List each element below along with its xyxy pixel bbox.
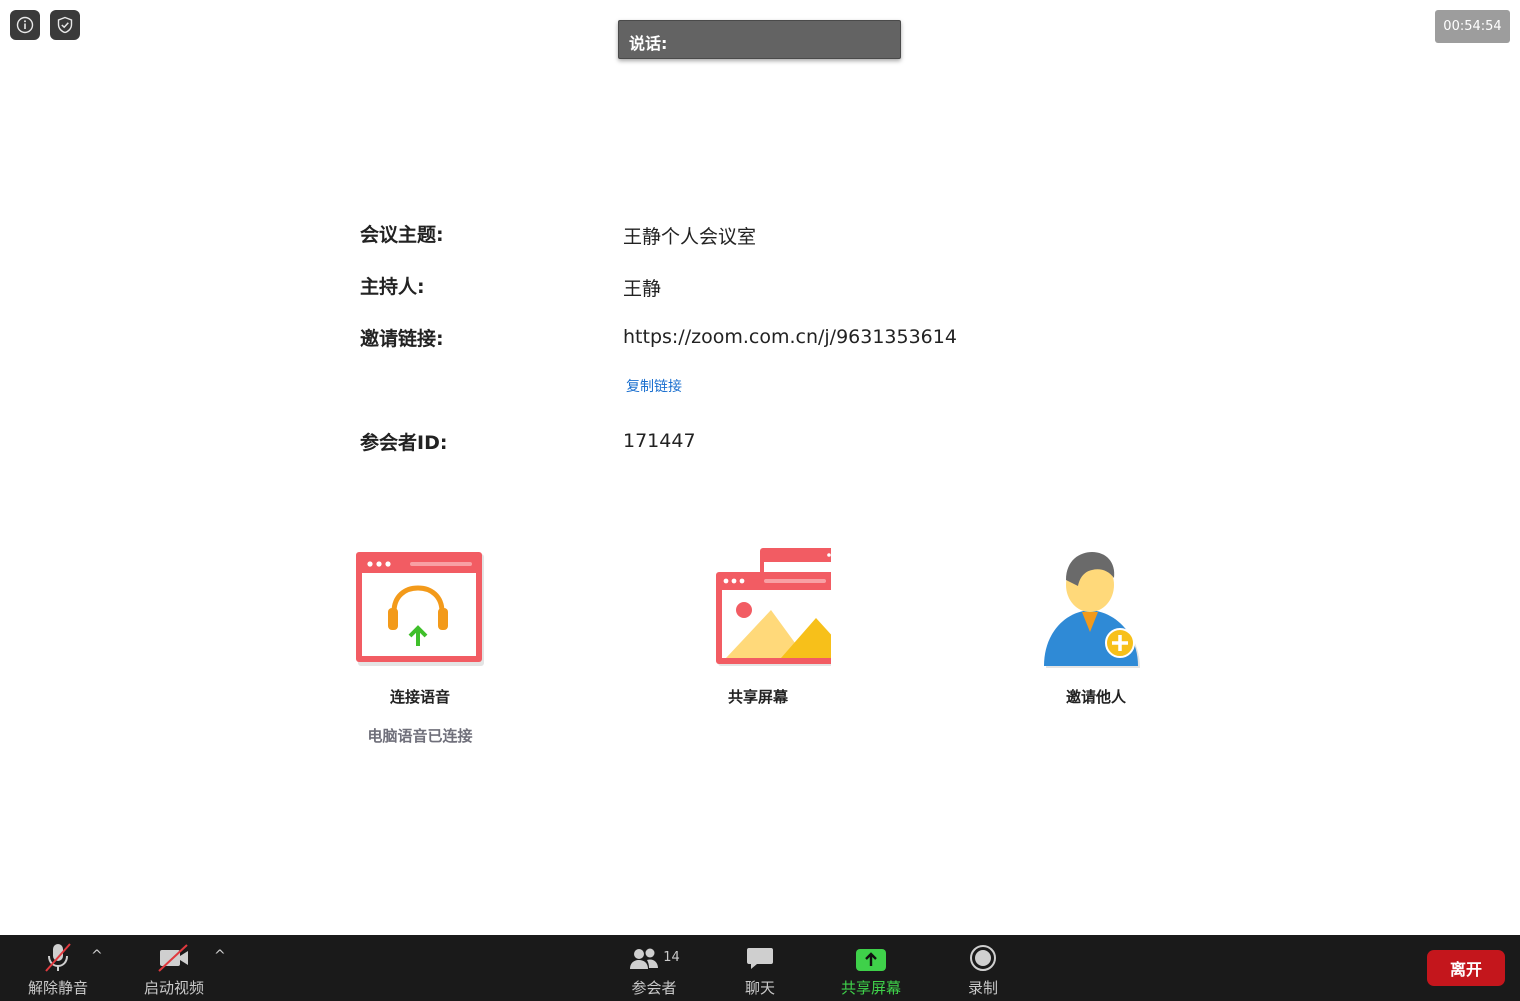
microphone-muted-icon — [45, 943, 71, 972]
participant-id-row: 参会者ID: 171447 — [360, 428, 1060, 458]
topic-row: 会议主题: 王静个人会议室 — [360, 220, 1060, 250]
invite-others-action[interactable]: 邀请他人 — [996, 540, 1196, 707]
chat-bubble-icon — [747, 948, 773, 969]
active-speaker-banner: 说话: — [618, 20, 901, 59]
unmute-button[interactable]: 解除静音 — [18, 935, 98, 1001]
headset-upload-icon — [356, 552, 484, 666]
record-icon — [970, 945, 996, 971]
invite-link-row: 邀请链接: https://zoom.com.cn/j/9631353614 — [360, 324, 1060, 354]
speaking-label: 说话: — [629, 34, 668, 53]
share-screen-button[interactable]: 共享屏幕 — [830, 935, 912, 1001]
connect-audio-action[interactable]: 连接语音 电脑语音已连接 — [320, 540, 520, 746]
video-options-caret[interactable]: ^ — [214, 948, 226, 964]
copy-link-button[interactable]: 复制链接 — [626, 376, 682, 396]
start-video-label: 启动视频 — [143, 979, 204, 997]
host-value: 王静 — [623, 278, 662, 300]
audio-status-label: 电脑语音已连接 — [367, 727, 473, 745]
participants-label: 参会者 — [631, 979, 677, 997]
info-icon — [16, 16, 34, 34]
share-screen-icon — [715, 548, 852, 666]
host-row: 主持人: 王静 — [360, 272, 1060, 302]
invite-link-value: https://zoom.com.cn/j/9631353614 — [623, 326, 957, 348]
shield-check-icon — [57, 16, 73, 34]
participants-count: 14 — [663, 950, 680, 965]
connect-audio-label: 连接语音 — [389, 688, 450, 706]
meeting-toolbar: 解除静音 ^ 启动视频 ^ 14 参会者 聊天 共享屏幕 录制 离开 — [0, 935, 1520, 1001]
record-label: 录制 — [967, 979, 998, 997]
share-screen-label: 共享屏幕 — [727, 688, 788, 706]
meeting-stage: 说话: 00:54:54 会议主题: 王静个人会议室 主持人: 王静 邀请链接:… — [0, 0, 1520, 935]
record-button[interactable]: 录制 — [952, 935, 1014, 1001]
invite-others-label: 邀请他人 — [1065, 688, 1126, 706]
participant-id-value: 171447 — [623, 430, 696, 452]
leave-meeting-button[interactable]: 离开 — [1427, 950, 1505, 986]
participant-id-label: 参会者ID: — [360, 432, 448, 454]
invite-link-label: 邀请链接: — [360, 328, 444, 350]
topic-label: 会议主题: — [360, 224, 444, 246]
topic-value: 王静个人会议室 — [623, 226, 757, 248]
meeting-timer: 00:54:54 — [1435, 10, 1510, 43]
audio-options-caret[interactable]: ^ — [91, 948, 103, 964]
security-button[interactable] — [50, 10, 80, 40]
participants-icon — [630, 948, 659, 969]
start-video-button[interactable]: 启动视频 — [134, 935, 214, 1001]
chat-label: 聊天 — [744, 979, 775, 997]
participants-button[interactable]: 14 参会者 — [618, 935, 690, 1001]
share-arrow-icon — [856, 949, 886, 971]
share-screen-toolbar-label: 共享屏幕 — [840, 979, 901, 997]
unmute-label: 解除静音 — [27, 979, 88, 997]
chat-button[interactable]: 聊天 — [728, 935, 792, 1001]
video-camera-off-icon — [158, 944, 188, 972]
share-screen-action[interactable]: 共享屏幕 — [658, 540, 858, 707]
host-label: 主持人: — [360, 276, 425, 298]
add-user-icon — [1044, 552, 1140, 668]
meeting-info-button[interactable] — [10, 10, 40, 40]
